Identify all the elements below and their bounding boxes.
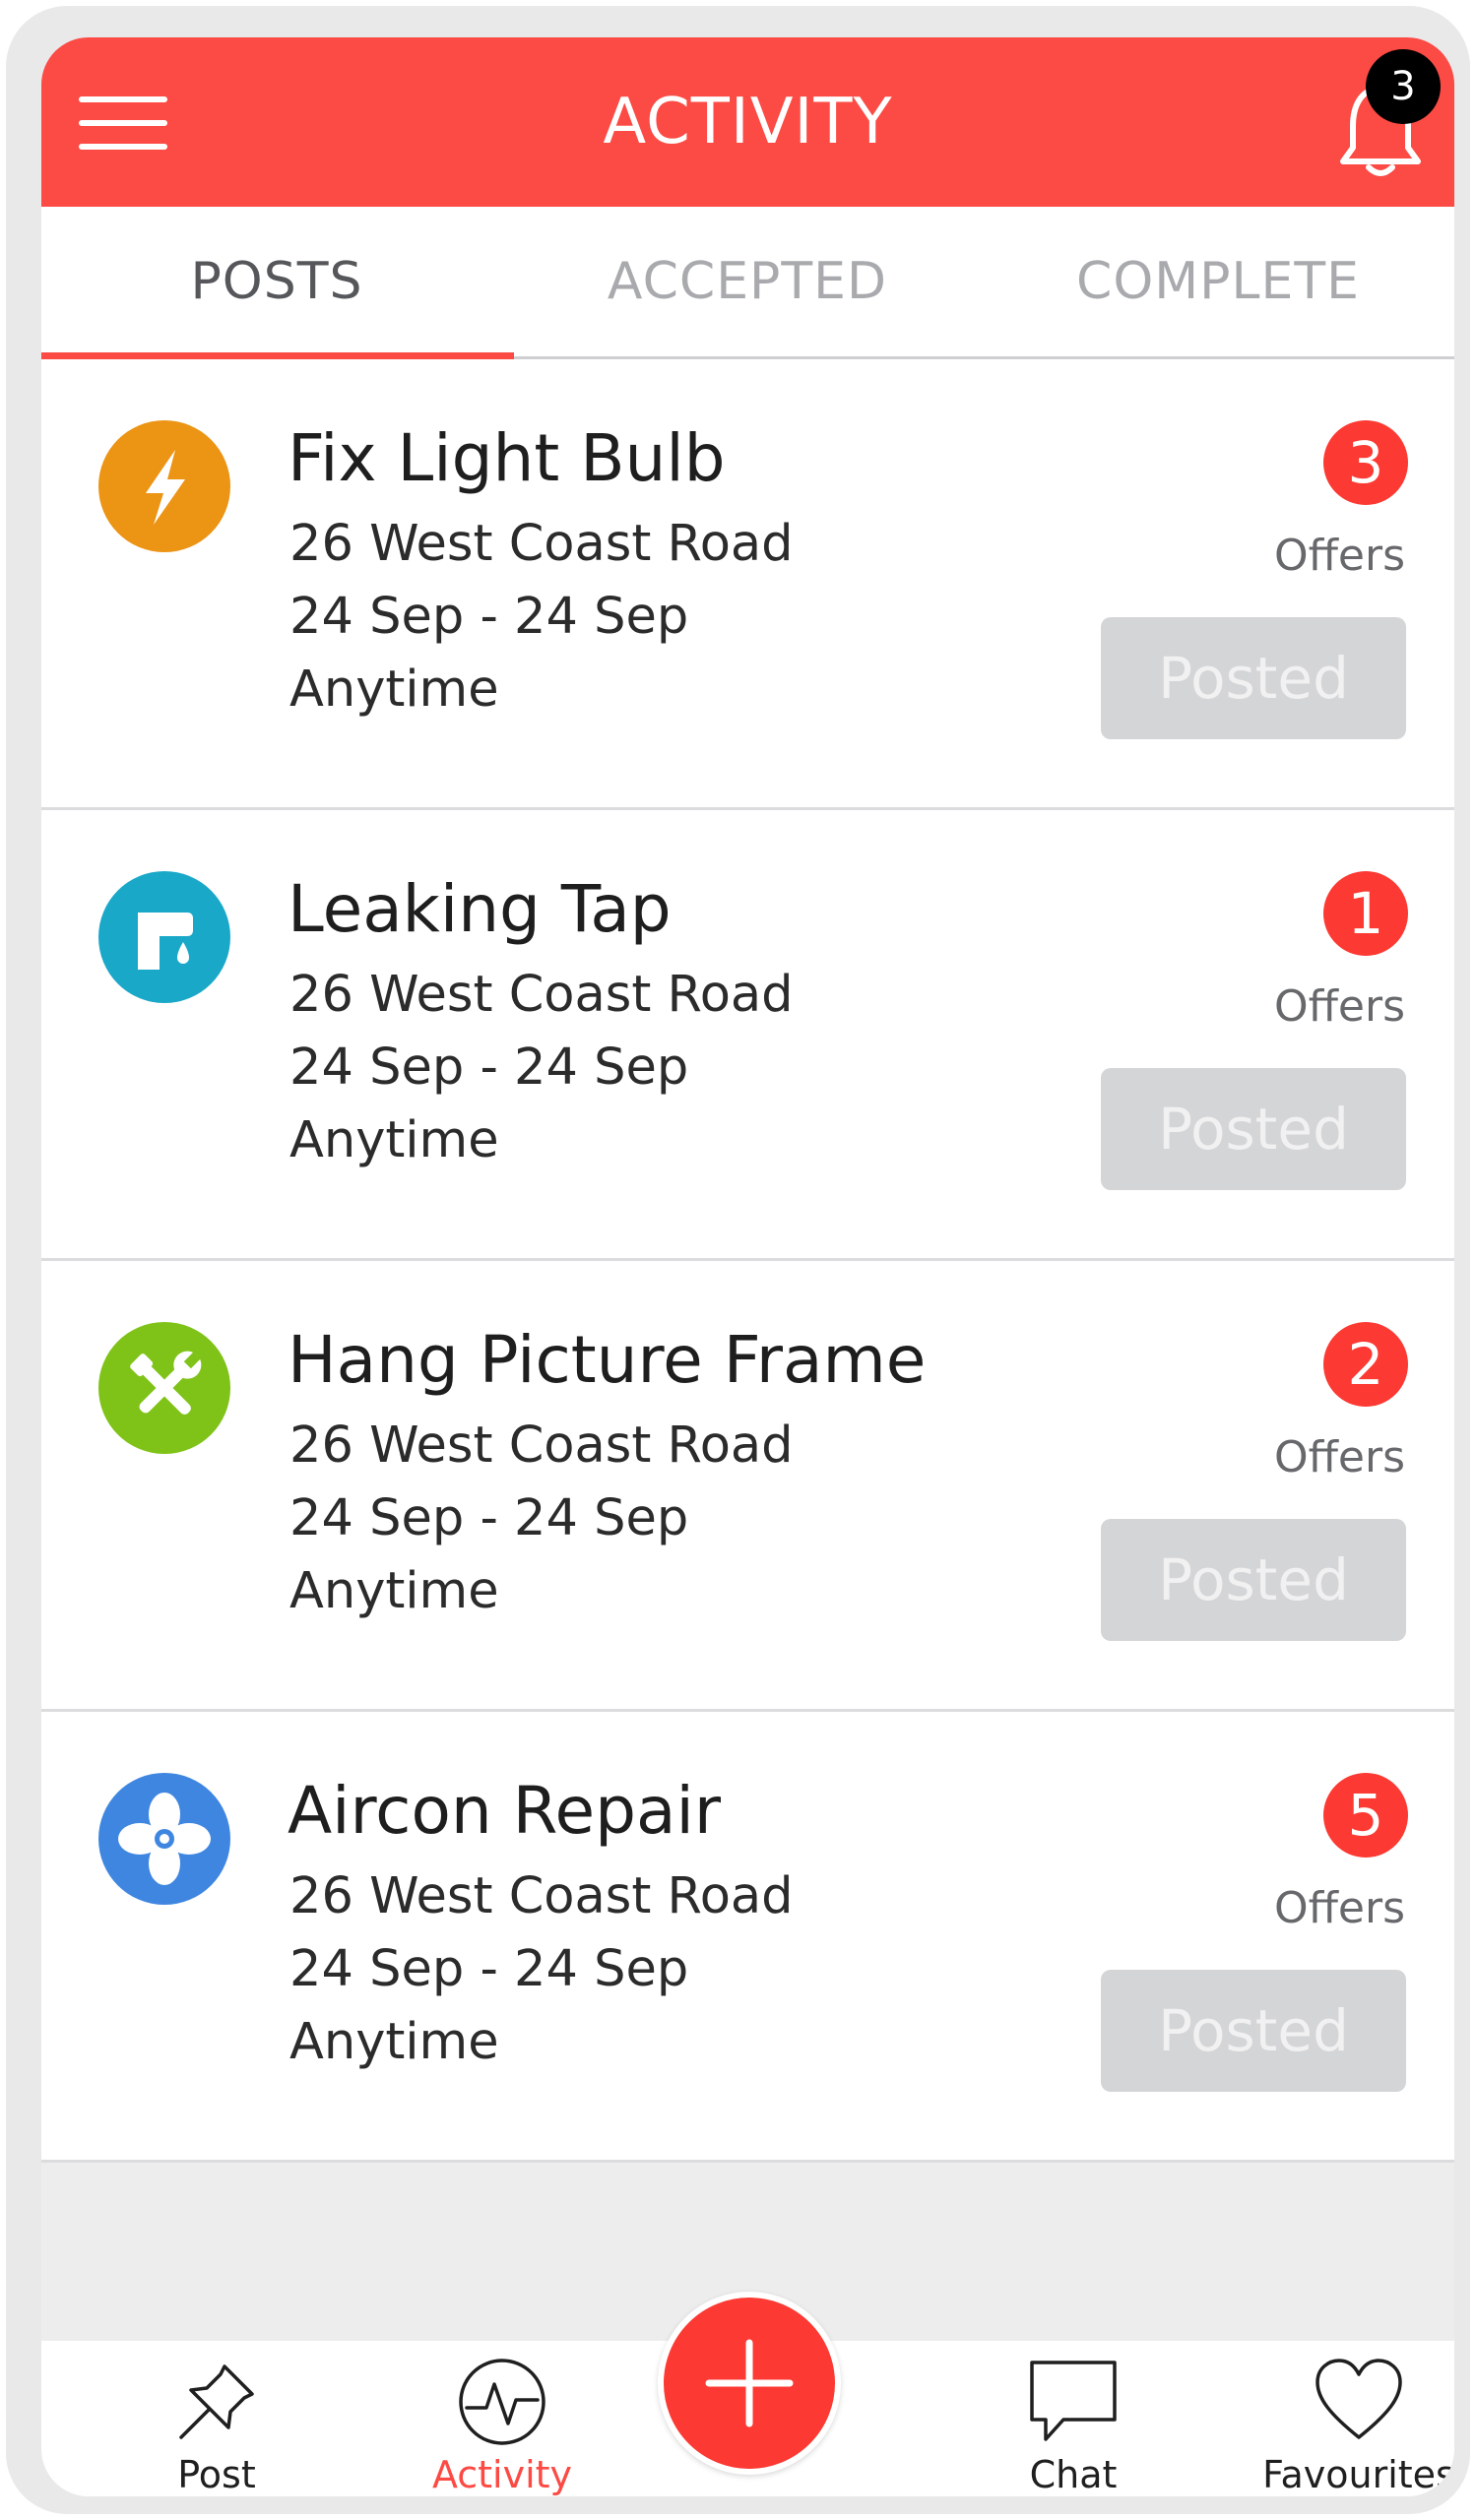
chat-icon (1030, 2361, 1117, 2441)
post-address: 26 West Coast Road (289, 966, 794, 1024)
notification-badge: 3 (1366, 49, 1441, 124)
page-title: ACTIVITY (603, 86, 893, 158)
nav-chat[interactable]: Chat (965, 2341, 1182, 2496)
status-button[interactable]: Posted (1101, 1068, 1406, 1190)
post-card[interactable]: Fix Light Bulb 26 West Coast Road 24 Sep… (41, 359, 1454, 810)
post-card[interactable]: Hang Picture Frame 26 West Coast Road 24… (41, 1261, 1454, 1712)
post-time: Anytime (289, 2013, 499, 2071)
status-button[interactable]: Posted (1101, 617, 1406, 739)
nav-label: Post (177, 2453, 256, 2496)
post-title: Leaking Tap (288, 871, 672, 947)
offers-count-badge: 3 (1323, 420, 1408, 505)
fan-icon (98, 1773, 230, 1905)
pin-icon (179, 2364, 254, 2439)
active-tab-indicator (41, 352, 514, 359)
post-dates: 24 Sep - 24 Sep (289, 588, 689, 646)
tab-posts[interactable]: POSTS (41, 207, 512, 356)
status-button[interactable]: Posted (1101, 1519, 1406, 1641)
heart-icon (1316, 2359, 1402, 2439)
post-dates: 24 Sep - 24 Sep (289, 1489, 689, 1547)
offers-count-badge: 1 (1323, 871, 1408, 956)
offers-label: Offers (1273, 531, 1405, 581)
post-card[interactable]: Leaking Tap 26 West Coast Road 24 Sep - … (41, 810, 1454, 1261)
offers-label: Offers (1273, 1883, 1405, 1933)
device-frame: ACTIVITY 3 POSTS ACCEPTED COMPLETE Fix L… (6, 6, 1470, 2514)
post-dates: 24 Sep - 24 Sep (289, 1039, 689, 1097)
post-card[interactable]: Aircon Repair 26 West Coast Road 24 Sep … (41, 1712, 1454, 2163)
nav-post[interactable]: Post (108, 2341, 325, 2496)
app-screen: ACTIVITY 3 POSTS ACCEPTED COMPLETE Fix L… (41, 37, 1454, 2496)
post-address: 26 West Coast Road (289, 1417, 794, 1475)
app-header: ACTIVITY 3 (41, 37, 1454, 207)
post-time: Anytime (289, 661, 499, 719)
post-title: Hang Picture Frame (288, 1322, 927, 1398)
post-title: Fix Light Bulb (288, 420, 726, 496)
status-button[interactable]: Posted (1101, 1970, 1406, 2092)
tools-icon (98, 1322, 230, 1454)
nav-label: Chat (1029, 2453, 1118, 2496)
offers-count-badge: 5 (1323, 1773, 1408, 1858)
post-address: 26 West Coast Road (289, 515, 794, 573)
offers-count-badge: 2 (1323, 1322, 1408, 1407)
tab-complete[interactable]: COMPLETE (983, 207, 1453, 356)
plus-icon (705, 2339, 794, 2427)
tap-icon (98, 871, 230, 1003)
tab-bar: POSTS ACCEPTED COMPLETE (41, 207, 1454, 359)
offers-label: Offers (1273, 981, 1405, 1032)
nav-activity[interactable]: Activity (394, 2341, 610, 2496)
add-post-button[interactable] (658, 2292, 841, 2475)
post-time: Anytime (289, 1111, 499, 1169)
post-dates: 24 Sep - 24 Sep (289, 1940, 689, 1998)
nav-label: Activity (431, 2453, 573, 2496)
offers-label: Offers (1273, 1432, 1405, 1482)
nav-favourites[interactable]: Favourites (1251, 2341, 1454, 2496)
post-title: Aircon Repair (288, 1773, 721, 1849)
post-address: 26 West Coast Road (289, 1867, 794, 1925)
nav-label: Favourites (1262, 2453, 1454, 2496)
activity-icon (459, 2359, 545, 2445)
post-time: Anytime (289, 1562, 499, 1620)
tab-accepted[interactable]: ACCEPTED (512, 207, 983, 356)
lightning-icon (98, 420, 230, 552)
